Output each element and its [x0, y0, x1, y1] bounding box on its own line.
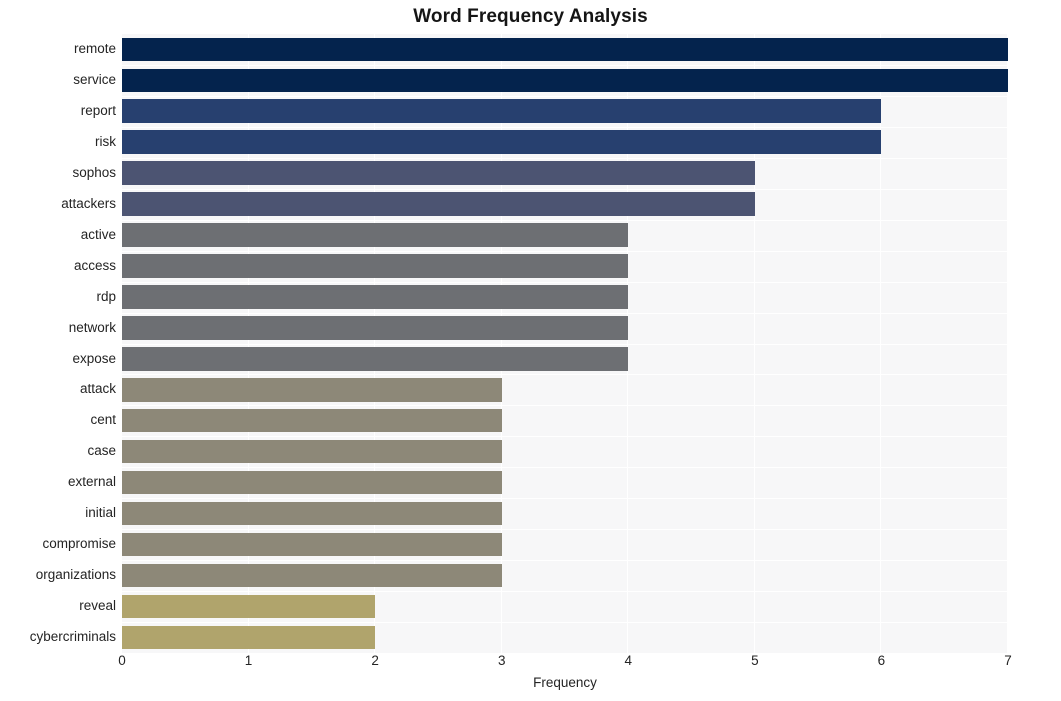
bar-row	[122, 220, 1008, 251]
bar-row	[122, 127, 1008, 158]
y-tick-label-active: active	[80, 226, 116, 242]
bar-series	[122, 34, 1008, 653]
x-tick-label-6: 6	[877, 653, 886, 668]
bar-row	[122, 529, 1008, 560]
bar-row	[122, 405, 1008, 436]
page-title: Word Frequency Analysis	[413, 6, 648, 27]
y-tick-label-service: service	[73, 71, 116, 87]
bar-row	[122, 591, 1008, 622]
bar-attackers[interactable]	[122, 192, 755, 216]
bar-row	[122, 96, 1008, 127]
y-tick-label-sophos: sophos	[72, 164, 116, 180]
y-tick-label-attackers: attackers	[61, 195, 116, 211]
bar-row	[122, 560, 1008, 591]
bar-case[interactable]	[122, 439, 502, 464]
bar-risk[interactable]	[122, 130, 882, 154]
bar-row	[122, 313, 1008, 344]
y-tick-label-risk: risk	[95, 133, 116, 149]
bar-row	[122, 498, 1008, 529]
y-tick-label-reveal: reveal	[79, 598, 116, 614]
y-tick-label-access: access	[73, 257, 116, 273]
x-axis-label: Frequency	[533, 675, 597, 690]
y-tick-label-cent: cent	[90, 412, 116, 428]
bar-external[interactable]	[122, 470, 502, 495]
y-tick-label-initial: initial	[85, 505, 116, 521]
bar-report[interactable]	[122, 99, 882, 123]
bar-initial[interactable]	[122, 501, 502, 526]
y-axis-tick-labels: remote service report risk sophos attackers ac…	[0, 34, 116, 653]
bar-row	[122, 467, 1008, 498]
bar-reveal[interactable]	[122, 594, 376, 619]
bar-attack[interactable]	[122, 378, 502, 402]
bar-row	[122, 251, 1008, 282]
x-tick-label-0: 0	[118, 653, 126, 668]
x-tick-label-1: 1	[244, 653, 253, 668]
bar-row	[122, 282, 1008, 313]
bar-organizations[interactable]	[122, 563, 502, 588]
bar-remote[interactable]	[122, 37, 1008, 62]
y-tick-label-case: case	[87, 443, 116, 459]
y-tick-label-cybercriminals: cybercriminals	[29, 629, 116, 645]
bar-row	[122, 158, 1008, 189]
y-tick-label-attack: attack	[79, 381, 116, 397]
word-frequency-chart-figure: Word Frequency Analysis remote service rep…	[0, 0, 1061, 701]
bar-cybercriminals[interactable]	[122, 625, 376, 650]
bar-row	[122, 436, 1008, 467]
y-tick-label-external: external	[67, 474, 116, 490]
bar-row	[122, 189, 1008, 220]
y-tick-label-rdp: rdp	[96, 288, 116, 304]
y-tick-label-report: report	[80, 102, 116, 118]
x-tick-label-3: 3	[497, 653, 506, 668]
bar-compromise[interactable]	[122, 532, 502, 557]
x-axis-tick-labels: 0 1 2 3 4 5 6 7	[0, 653, 1061, 677]
x-tick-label-5: 5	[751, 653, 759, 668]
bar-access[interactable]	[122, 254, 629, 278]
bar-row	[122, 344, 1008, 375]
bar-cent[interactable]	[122, 408, 502, 433]
bar-expose[interactable]	[122, 347, 629, 371]
y-tick-label-remote: remote	[73, 41, 116, 56]
bar-rdp[interactable]	[122, 285, 629, 309]
bar-active[interactable]	[122, 223, 629, 247]
x-tick-label-2: 2	[371, 653, 379, 668]
y-tick-label-organizations: organizations	[35, 567, 116, 583]
bar-service[interactable]	[122, 68, 1008, 93]
bar-network[interactable]	[122, 316, 629, 340]
bar-row	[122, 65, 1008, 96]
y-tick-label-network: network	[68, 319, 116, 335]
bar-row	[122, 622, 1008, 653]
y-tick-label-expose: expose	[72, 350, 116, 366]
bar-row	[122, 374, 1008, 405]
bar-row	[122, 34, 1008, 65]
y-tick-label-compromise: compromise	[42, 536, 116, 552]
x-tick-label-7: 7	[1004, 653, 1012, 668]
x-tick-label-4: 4	[624, 653, 633, 668]
bar-sophos[interactable]	[122, 161, 755, 185]
